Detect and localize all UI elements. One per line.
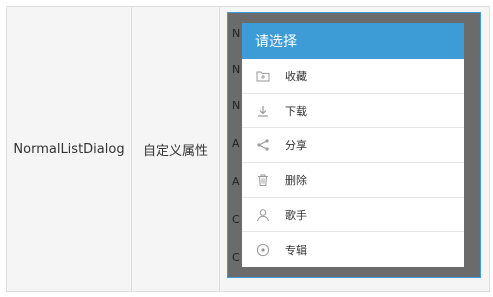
dialog-header: 请选择	[242, 23, 464, 59]
background-letter: C	[232, 251, 240, 264]
menu-item-label: 删除	[285, 173, 307, 187]
background-letter: N	[232, 63, 241, 76]
background-letter: N	[232, 99, 241, 112]
desc-cell-text: 自定义属性	[142, 143, 208, 159]
name-cell-text: NormalListDialog	[13, 141, 125, 157]
menu-item-label: 分享	[285, 139, 307, 153]
doc-table: NormalListDialog 自定义属性 N N N A A C C 请选择	[0, 0, 493, 297]
share-icon	[256, 138, 270, 152]
list-dialog: 请选择 收藏 下载 分享 删除 歌手 专辑	[242, 23, 464, 267]
background-letter: A	[232, 175, 240, 188]
person-icon	[256, 208, 270, 222]
dialog-screenshot: N N N A A C C 请选择 收藏 下载 分享 删除 歌手 专辑	[227, 12, 481, 278]
menu-item-album[interactable]: 专辑	[242, 232, 464, 267]
menu-item-label: 下载	[285, 104, 307, 118]
dialog-title: 请选择	[255, 34, 297, 50]
menu-item-collect[interactable]: 收藏	[242, 59, 464, 94]
folder-plus-icon	[256, 69, 270, 83]
menu-item-share[interactable]: 分享	[242, 128, 464, 164]
trash-icon	[256, 173, 270, 187]
name-cell: NormalListDialog	[7, 7, 132, 291]
download-icon	[256, 104, 270, 118]
menu-item-label: 歌手	[285, 208, 307, 222]
background-list: N N N A A C C	[232, 13, 242, 277]
background-letter: C	[232, 213, 240, 226]
disc-icon	[256, 243, 270, 257]
background-letter: A	[232, 137, 240, 150]
desc-cell: 自定义属性	[132, 7, 220, 291]
menu-item-download[interactable]: 下载	[242, 94, 464, 129]
menu-item-label: 收藏	[285, 69, 307, 83]
menu-item-delete[interactable]: 删除	[242, 163, 464, 198]
menu-item-singer[interactable]: 歌手	[242, 198, 464, 233]
menu-item-label: 专辑	[285, 243, 307, 257]
dialog-menu: 收藏 下载 分享 删除 歌手 专辑	[242, 59, 464, 267]
background-letter: N	[232, 27, 241, 40]
